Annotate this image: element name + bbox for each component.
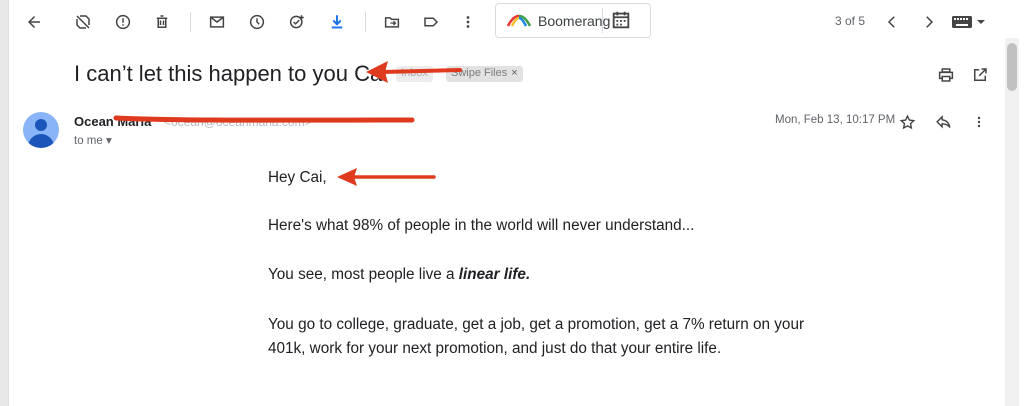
label-chip-text: Inbox [401,67,428,79]
more-vert-icon[interactable] [455,9,481,35]
boomerang-logo [506,14,532,27]
input-tools-button[interactable] [952,13,986,31]
report-icon[interactable] [110,9,136,35]
message-date: Mon, Feb 13, 10:17 PM [775,114,896,126]
sender-email: <ocean@oceanmaria.com> [164,115,312,129]
keyboard-icon [952,16,972,28]
body-paragraph-1: Here's what 98% of people in the world w… [268,217,695,234]
recipient-text: to me [74,135,103,147]
not-spam-icon[interactable] [70,9,96,35]
download-icon[interactable] [324,9,350,35]
calendar-icon[interactable] [610,9,632,31]
boomerang-label: Boomerang [538,13,611,29]
recipient-details[interactable]: to me ▾ [74,133,112,147]
boomerang-divider [602,8,603,33]
move-to-icon[interactable] [379,9,405,35]
star-icon[interactable] [896,111,918,133]
avatar-body [28,134,54,148]
toolbar-divider [190,12,191,32]
toolbar-divider [365,12,366,32]
avatar-head [35,119,47,131]
message-more-icon[interactable] [968,111,990,133]
snooze-icon[interactable] [244,9,270,35]
caret-down-icon [977,20,985,24]
message-toolbar: Boomerang 3 of 5 [9,0,1009,44]
mark-unread-icon[interactable] [204,9,230,35]
label-chip-text: Swipe Files [451,67,508,79]
body-paragraph-2-text: You see, most people live a [268,266,459,283]
body-emphasis: linear life. [458,266,531,283]
older-chevron-icon[interactable] [916,9,942,35]
scrollbar-thumb[interactable] [1007,43,1017,91]
remove-label-icon[interactable]: × [511,67,517,79]
add-task-icon[interactable] [284,9,310,35]
gmail-window: Boomerang 3 of 5 I can’t let this happen… [0,0,1024,406]
avatar[interactable] [23,112,59,148]
sender-name[interactable]: Ocean Maria [74,114,151,129]
open-new-window-icon[interactable] [969,64,991,86]
scrollbar-track[interactable] [1005,38,1019,406]
reply-icon[interactable] [932,111,954,133]
label-chip-swipe-files[interactable]: Swipe Files × [446,66,523,82]
boomerang-button[interactable]: Boomerang [495,3,651,38]
print-icon[interactable] [935,64,957,86]
body-paragraph-3: You go to college, graduate, get a job, … [268,316,805,357]
delete-icon[interactable] [149,9,175,35]
label-chip-inbox[interactable]: Inbox [396,66,433,82]
back-arrow-icon[interactable] [21,9,47,35]
pager-count: 3 of 5 [835,14,866,28]
body-greeting: Hey Cai, [268,169,327,186]
body-paragraph-2: You see, most people live a linear life. [268,263,808,287]
email-subject: I can’t let this happen to you Cai [74,61,388,86]
label-icon[interactable] [418,9,444,35]
newer-chevron-icon[interactable] [879,9,905,35]
message-panel: Boomerang 3 of 5 I can’t let this happen… [8,0,1024,406]
